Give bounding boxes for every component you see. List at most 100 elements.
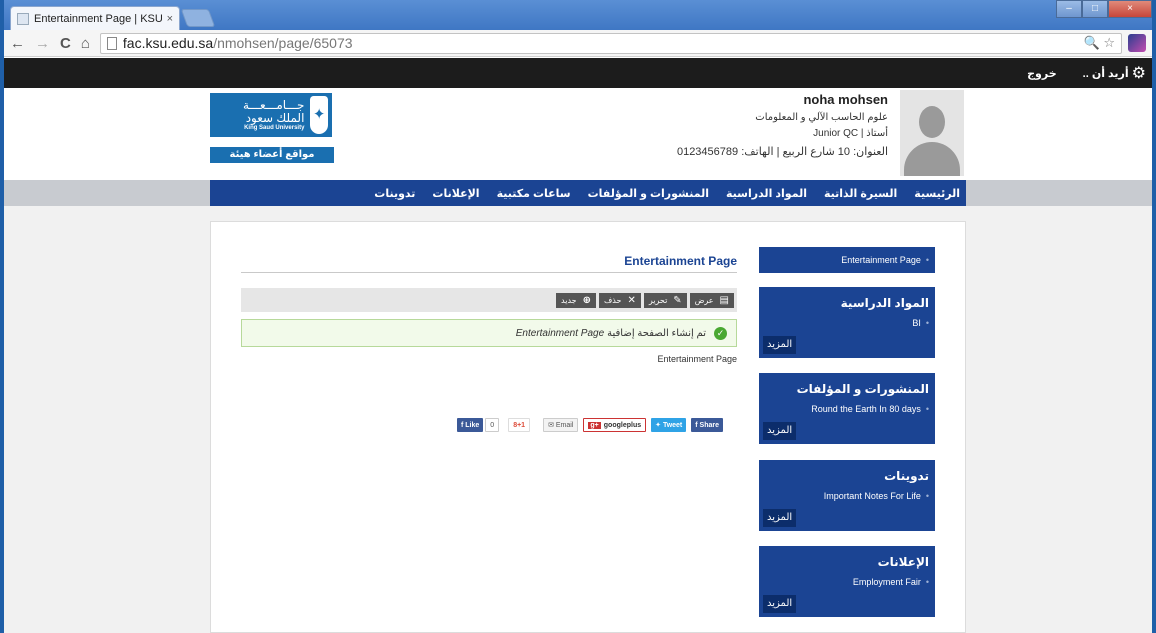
gplus-one-button[interactable]: 8+1 xyxy=(508,418,531,432)
facebook-like-label: Like xyxy=(465,421,480,429)
logo-arabic: جـــامـــعـــة الملك سعود xyxy=(243,98,305,125)
nav-office-hours[interactable]: ساعات مكتبية xyxy=(497,187,571,200)
sidebar-announcements-item-label: Employment Fair xyxy=(852,577,921,587)
profile-info: noha mohsen علوم الحاسب الآلي و المعلوما… xyxy=(488,92,888,163)
avatar xyxy=(900,90,964,176)
i-want-menu[interactable]: أريد أن .. xyxy=(1083,67,1129,80)
maximize-button[interactable]: □ xyxy=(1082,0,1108,18)
delete-button[interactable]: ✕ حذف xyxy=(599,292,641,308)
facebook-like-button[interactable]: f Like xyxy=(457,418,484,432)
plus-circle-icon: ⊕ xyxy=(582,294,592,306)
check-circle-icon: ✓ xyxy=(714,326,727,340)
delete-label: حذف xyxy=(604,295,622,305)
palm-emblem-icon: ✦ xyxy=(310,96,328,134)
sidebar-current-page[interactable]: • Entertainment Page xyxy=(759,247,935,273)
envelope-icon: ✉ xyxy=(548,422,556,429)
tab-title: Entertainment Page | KSU xyxy=(34,12,163,25)
success-text: تم إنشاء الصفحة إضافية xyxy=(607,327,706,339)
logout-link[interactable]: خروج xyxy=(1027,67,1057,80)
extension-icon[interactable] xyxy=(1128,34,1146,52)
email-share-button[interactable]: ✉ Email xyxy=(543,418,579,432)
sidebar-publications-item[interactable]: • Round the Earth In 80 days xyxy=(759,396,935,414)
browser-tab[interactable]: Entertainment Page | KSU × xyxy=(10,6,180,30)
new-label: جديد xyxy=(561,295,577,305)
sidebar-publications-title[interactable]: المنشورات و المؤلفات xyxy=(759,373,935,396)
nav-blogs[interactable]: تدوينات xyxy=(374,187,415,200)
view-label: عرض xyxy=(694,295,714,305)
email-label: Email xyxy=(555,421,574,429)
forward-icon[interactable]: → xyxy=(35,35,50,52)
heading-divider xyxy=(241,272,737,273)
sidebar-blogs-item[interactable]: • Important Notes For Life xyxy=(759,483,935,501)
edit-label: تحرير xyxy=(648,295,668,305)
page-favicon-icon xyxy=(17,12,29,25)
sidebar-courses-item[interactable]: • BI xyxy=(759,310,935,328)
success-page-name: Entertainment Page xyxy=(515,327,605,339)
profile-contact: العنوان: 10 شارع الربيع | الهاتف: 012345… xyxy=(676,146,888,158)
nav-courses[interactable]: المواد الدراسية xyxy=(726,187,807,200)
url-path: /nmohsen/page/65073 xyxy=(213,35,353,51)
sidebar-courses-title[interactable]: المواد الدراسية xyxy=(759,287,935,310)
announcements-more-button[interactable]: المزيد xyxy=(763,595,797,613)
like-count: 0 xyxy=(485,418,500,432)
reload-icon[interactable]: C xyxy=(60,35,71,52)
ksu-logo[interactable]: جـــامـــعـــة الملك سعود King Saud Univ… xyxy=(210,93,332,137)
sidebar-announcements-title[interactable]: الإعلانات xyxy=(759,546,935,569)
edit-button[interactable]: ✎ تحرير xyxy=(643,292,687,308)
share-buttons: f Like 0 8+1 ✉ Email g+ googleplus ✦ Twe… xyxy=(457,418,728,432)
browser-toolbar: ← → C ⌂ fac.ksu.edu.sa /nmohsen/page/650… xyxy=(4,30,1152,57)
success-message: ✓ تم إنشاء الصفحة إضافية Entertainment P… xyxy=(241,319,737,347)
avatar-head-shape xyxy=(919,106,945,138)
document-icon: ▤ xyxy=(719,294,729,306)
close-icon: ✕ xyxy=(627,294,636,306)
googleplus-share-button[interactable]: g+ googleplus xyxy=(583,418,647,432)
nav-publications[interactable]: المنشورات و المؤلفات xyxy=(588,187,709,200)
sidebar-blogs-title[interactable]: تدوينات xyxy=(759,460,935,483)
publications-more-button[interactable]: المزيد xyxy=(763,422,797,440)
pencil-icon: ✎ xyxy=(673,294,682,306)
sidebar-courses-box: المواد الدراسية • BI المزيد xyxy=(759,287,935,358)
nav-strip: الرئيسية السيرة الذاتية المواد الدراسية … xyxy=(4,180,1152,206)
tab-close-icon[interactable]: × xyxy=(167,13,173,25)
window-controls: – □ × xyxy=(1056,0,1152,18)
sidebar-announcements-box: الإعلانات • Employment Fair المزيد xyxy=(759,546,935,617)
bullet-icon: • xyxy=(925,318,929,328)
new-tab-button[interactable] xyxy=(180,9,216,27)
profile-name: noha mohsen xyxy=(803,92,888,107)
sidebar-publications-box: المنشورات و المؤلفات • Round the Earth I… xyxy=(759,373,935,444)
nav-cv[interactable]: السيرة الذاتية xyxy=(824,187,897,200)
tweet-button[interactable]: ✦ Tweet xyxy=(651,418,687,432)
nav-announcements[interactable]: الإعلانات xyxy=(432,187,479,200)
back-icon[interactable]: ← xyxy=(10,35,25,52)
logo-english: King Saud University xyxy=(244,125,305,131)
facebook-share-label: Share xyxy=(699,421,720,429)
url-domain: fac.ksu.edu.sa xyxy=(122,35,214,51)
bookmark-star-icon[interactable]: 🔍 ☆ xyxy=(1084,35,1115,51)
home-icon[interactable]: ⌂ xyxy=(81,35,90,52)
sidebar-announcements-item[interactable]: • Employment Fair xyxy=(759,569,935,587)
tab-strip: Entertainment Page | KSU × – □ × xyxy=(4,0,1152,30)
main-nav: الرئيسية السيرة الذاتية المواد الدراسية … xyxy=(210,180,966,206)
profile-department: علوم الحاسب الآلي و المعلومات xyxy=(755,112,888,123)
facebook-share-button[interactable]: f Share xyxy=(691,418,724,432)
logo-texts: جـــامـــعـــة الملك سعود King Saud Univ… xyxy=(214,98,305,132)
blogs-more-button[interactable]: المزيد xyxy=(763,509,797,527)
page-icon xyxy=(106,36,117,50)
sidebar-courses-item-label: BI xyxy=(912,318,921,328)
gear-icon[interactable]: ⚙ xyxy=(1132,63,1146,83)
minimize-button[interactable]: – xyxy=(1056,0,1082,18)
action-toolbar: ▤ عرض ✎ تحرير ✕ حذف ⊕ جديد xyxy=(241,288,737,312)
content-panel: • Entertainment Page المواد الدراسية • B… xyxy=(210,221,966,633)
courses-more-button[interactable]: المزيد xyxy=(763,336,797,354)
new-button[interactable]: ⊕ جديد xyxy=(556,292,597,308)
sidebar-current-label: Entertainment Page xyxy=(841,255,921,265)
staff-sites-link[interactable]: مواقع أعضاء هيئة التدريس xyxy=(210,147,334,176)
nav-home[interactable]: الرئيسية xyxy=(914,187,960,200)
window-close-button[interactable]: × xyxy=(1108,0,1152,18)
bullet-icon: • xyxy=(925,577,929,587)
avatar-body-shape xyxy=(904,142,960,176)
view-button[interactable]: ▤ عرض xyxy=(689,292,734,308)
googleplus-icon: g+ xyxy=(588,421,601,429)
address-bar[interactable]: fac.ksu.edu.sa /nmohsen/page/65073 🔍 ☆ xyxy=(99,32,1122,54)
googleplus-label: googleplus xyxy=(603,421,642,429)
